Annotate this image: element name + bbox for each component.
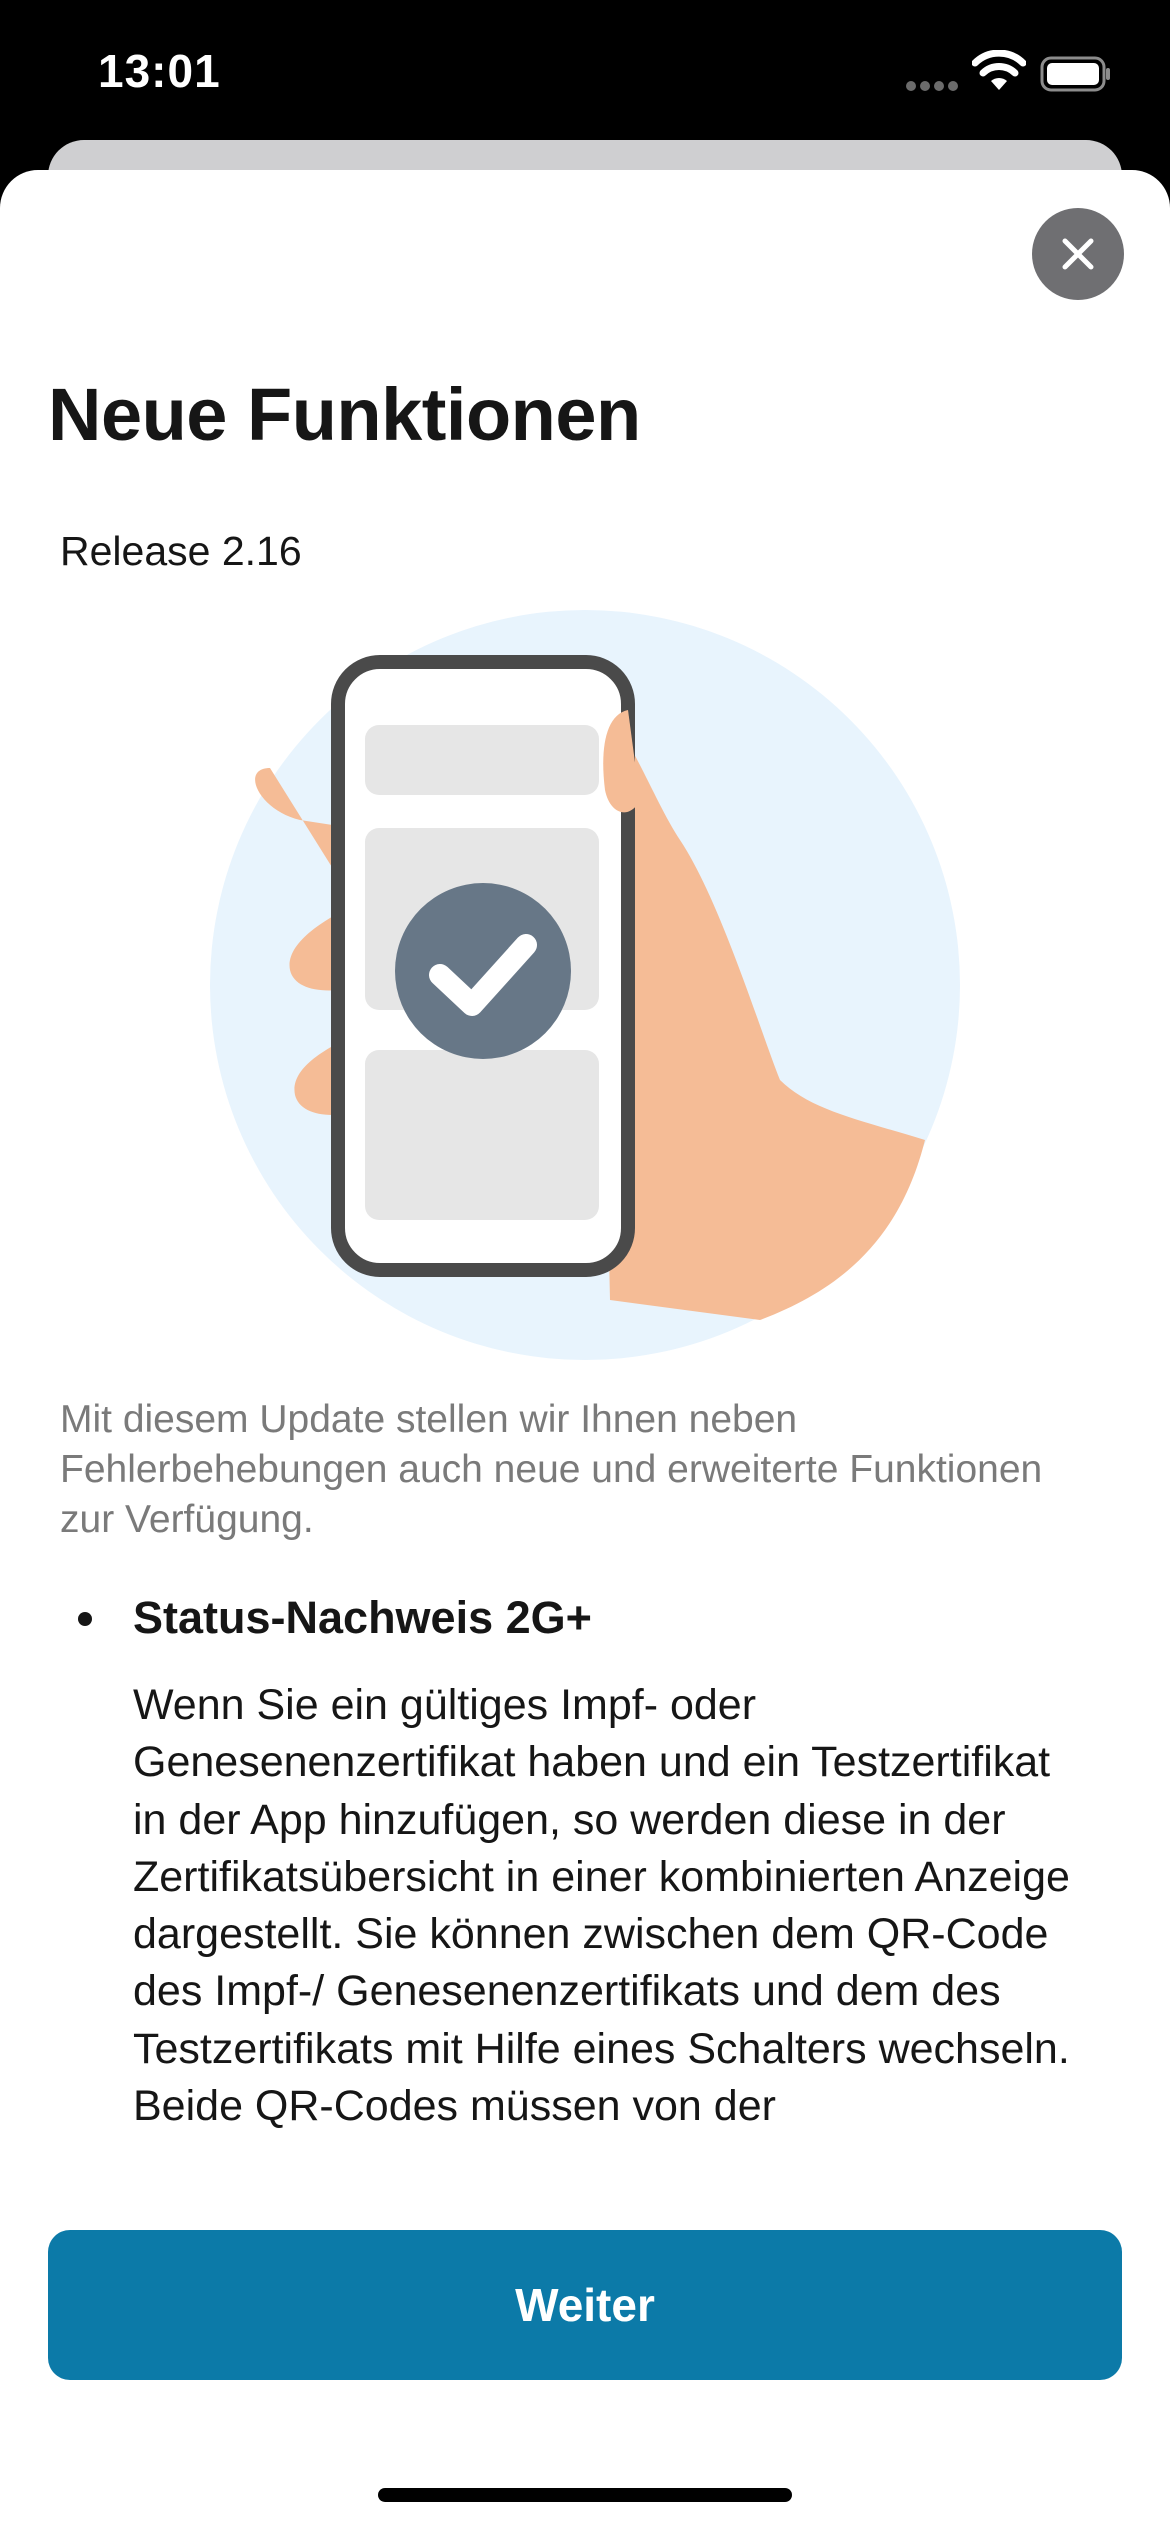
bullet-dot — [78, 1612, 92, 1626]
feature-body: Wenn Sie ein gültiges Impf- oder Genesen… — [133, 1681, 1070, 2131]
close-button[interactable] — [1032, 208, 1124, 300]
close-icon — [1062, 238, 1094, 270]
continue-button[interactable]: Weiter — [48, 2230, 1122, 2380]
intro-text: Mit diesem Update stellen wir Ihnen nebe… — [60, 1398, 1043, 1541]
cellular-dots-icon — [906, 81, 958, 91]
wifi-icon — [972, 50, 1026, 90]
hand-holding-phone-check-icon — [210, 610, 960, 1360]
continue-button-label: Weiter — [515, 2279, 655, 2331]
status-time: 13:01 — [98, 45, 221, 97]
battery-icon — [1040, 56, 1110, 92]
home-indicator[interactable] — [378, 2488, 792, 2502]
release-label: Release 2.16 — [60, 528, 302, 574]
status-bar: 13:01 — [0, 0, 1170, 150]
feature-title: Status-Nachweis 2G+ — [133, 1592, 592, 1643]
page-title: Neue Funktionen — [48, 373, 641, 456]
